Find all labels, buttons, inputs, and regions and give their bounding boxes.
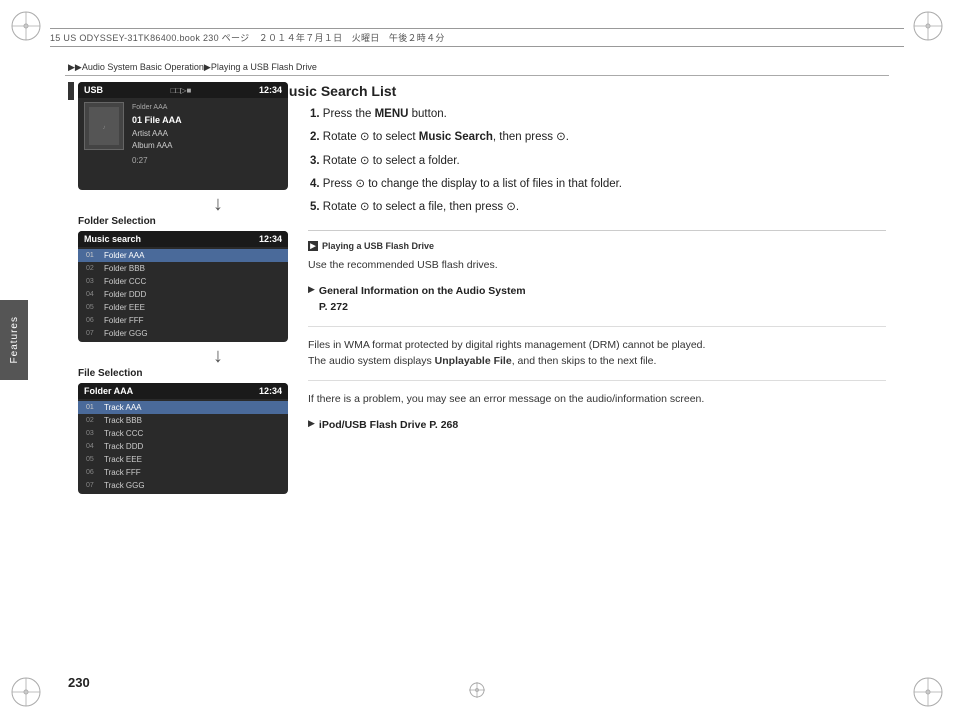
breadcrumb-line — [65, 75, 889, 76]
main-content: How to Select a File from the Music Sear… — [68, 82, 886, 668]
note-separator-2 — [308, 380, 886, 381]
file-item: 02Track BBB — [78, 414, 288, 427]
folder-line: Folder AAA — [132, 102, 282, 113]
step-3: 3. Rotate ⊙ to select a folder. — [308, 153, 886, 170]
file-item: 06Track FFF — [78, 466, 288, 479]
file-list: 01Track AAA02Track BBB03Track CCC04Track… — [78, 399, 288, 494]
file-item: 07Track GGG — [78, 479, 288, 492]
usb-screen-time: 12:34 — [259, 85, 282, 95]
album-line: Album AAA — [132, 140, 282, 153]
file-selection-title: Folder AAA — [84, 386, 133, 396]
folder-item: 07Folder GGG — [78, 327, 288, 340]
note-body-2: Files in WMA format protected by digital… — [308, 337, 886, 371]
crosshair-bottom-center — [467, 680, 487, 700]
note-header: ▶ Playing a USB Flash Drive — [308, 241, 886, 251]
note-header-text: Playing a USB Flash Drive — [322, 241, 434, 251]
note-body-3: If there is a problem, you may see an er… — [308, 391, 886, 408]
note-header-icon: ▶ — [308, 241, 318, 251]
file-item: 03Track CCC — [78, 427, 288, 440]
steps-list: 1. Press the MENU button. 2. Rotate ⊙ to … — [308, 106, 886, 216]
note-link-text-1: General Information on the Audio System … — [319, 284, 526, 316]
usb-screen-icons: □□▷■ — [171, 86, 192, 95]
file-selection-screen: Folder AAA 12:34 01Track AAA02Track BBB0… — [78, 383, 288, 494]
header-text: 15 US ODYSSEY-31TK86400.book 230 ページ ２０１… — [50, 31, 445, 44]
file-item: 04Track DDD — [78, 440, 288, 453]
corner-decoration-tr — [910, 8, 946, 44]
file-selection-header: Folder AAA 12:34 — [78, 383, 288, 399]
page-number: 230 — [68, 675, 90, 690]
step-2: 2. Rotate ⊙ to select Music Search, then… — [308, 129, 886, 146]
usb-screen: USB □□▷■ 12:34 ♪ Folder AAA 01 File AAA … — [78, 82, 288, 190]
steps-area: 1. Press the MENU button. 2. Rotate ⊙ to … — [298, 106, 886, 437]
file-item: 01Track AAA — [78, 401, 288, 414]
features-sidebar: Features — [0, 300, 28, 380]
step-1: 1. Press the MENU button. — [308, 106, 886, 123]
folder-item: 02Folder BBB — [78, 262, 288, 275]
note-link-1: ▶ General Information on the Audio Syste… — [308, 284, 886, 316]
right-panel: ▶ Playing a USB Flash Drive Use the reco… — [308, 241, 886, 433]
note-separator-1 — [308, 326, 886, 327]
step-5: 5. Rotate ⊙ to select a file, then press… — [308, 199, 886, 216]
divider — [308, 230, 886, 231]
note-link-arrow-2: ▶ — [308, 418, 315, 429]
file-line: 01 File AAA — [132, 113, 282, 127]
svg-text:♪: ♪ — [103, 125, 106, 131]
folder-item: 01Folder AAA — [78, 249, 288, 262]
breadcrumb: ▶▶Audio System Basic Operation▶Playing a… — [68, 62, 317, 73]
note-body-1: Use the recommended USB flash drives. — [308, 257, 886, 274]
music-search-title: Music search — [84, 234, 141, 244]
folder-item: 03Folder CCC — [78, 275, 288, 288]
music-search-time: 12:34 — [259, 234, 282, 244]
file-item: 05Track EEE — [78, 453, 288, 466]
corner-decoration-tl — [8, 8, 44, 44]
track-info: Folder AAA 01 File AAA Artist AAA Album … — [132, 102, 282, 168]
note-link-2: ▶ iPod/USB Flash Drive P. 268 — [308, 418, 886, 434]
usb-screen-header: USB □□▷■ 12:34 — [78, 82, 288, 98]
folder-list: 01Folder AAA02Folder BBB03Folder CCC04Fo… — [78, 247, 288, 342]
note-link-arrow-1: ▶ — [308, 284, 315, 295]
corner-decoration-br — [910, 674, 946, 710]
features-label: Features — [9, 316, 20, 363]
music-search-screen: Music search 12:34 01Folder AAA02Folder … — [78, 231, 288, 342]
corner-decoration-bl — [8, 674, 44, 710]
music-search-header: Music search 12:34 — [78, 231, 288, 247]
folder-item: 04Folder DDD — [78, 288, 288, 301]
note-link-text-2: iPod/USB Flash Drive P. 268 — [319, 418, 458, 434]
folder-item: 05Folder EEE — [78, 301, 288, 314]
album-art: ♪ — [84, 102, 124, 150]
usb-screen-content: ♪ Folder AAA 01 File AAA Artist AAA Albu… — [78, 98, 288, 172]
time-display: 0:27 — [132, 155, 282, 168]
folder-item: 06Folder FFF — [78, 314, 288, 327]
artist-line: Artist AAA — [132, 128, 282, 141]
usb-screen-title: USB — [84, 85, 103, 95]
file-selection-time: 12:34 — [259, 386, 282, 396]
top-header: 15 US ODYSSEY-31TK86400.book 230 ページ ２０１… — [50, 28, 904, 47]
step-4: 4. Press ⊙ to change the display to a li… — [308, 176, 886, 193]
